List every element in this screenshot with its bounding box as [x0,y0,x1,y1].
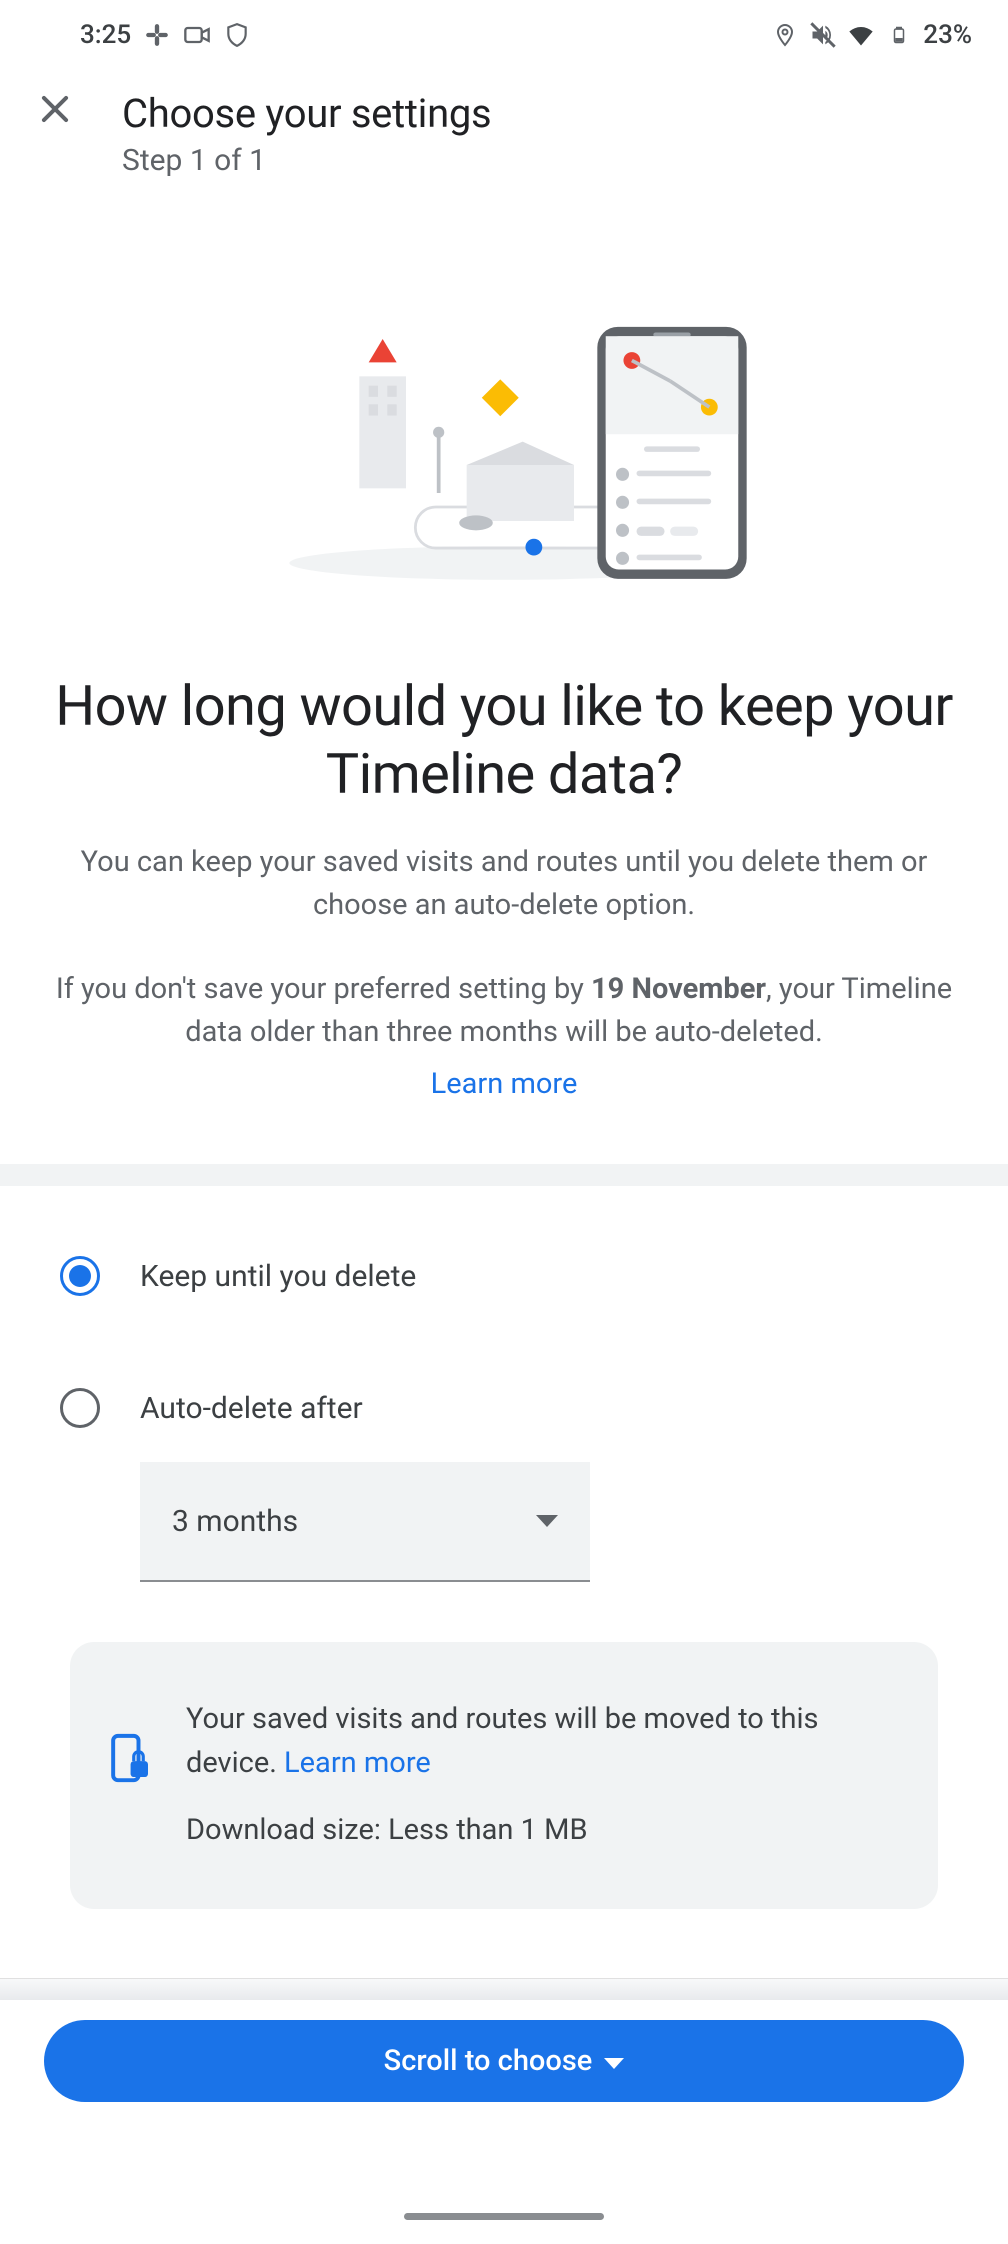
info-text: Your saved visits and routes will be mov… [186,1698,898,1853]
status-bar: 3:25 23% [0,0,1008,62]
illustration [0,262,1008,612]
slack-icon [143,21,171,49]
deadline-date: 19 November [591,972,766,1006]
section-divider [0,1164,1008,1186]
sound-muted-icon [809,21,837,49]
radio-selected-icon[interactable] [60,1256,100,1296]
option-auto-delete[interactable]: Auto-delete after [60,1366,948,1450]
learn-more-link[interactable]: Learn more [48,1063,960,1107]
phone-lock-icon [110,1732,152,1788]
radio-unselected-icon[interactable] [60,1388,100,1428]
info-learn-more-link[interactable]: Learn more [284,1746,431,1780]
close-icon[interactable] [36,90,74,135]
question-heading: How long would you like to keep your Tim… [48,672,960,809]
header: Choose your settings Step 1 of 1 [0,62,1008,202]
step-indicator: Step 1 of 1 [122,143,972,178]
option-keep-until-delete[interactable]: Keep until you delete [60,1234,948,1318]
scroll-to-choose-button[interactable]: Scroll to choose [44,2020,964,2102]
dropdown-value: 3 months [172,1504,298,1539]
bottom-divider [0,1978,1008,2000]
chevron-down-icon [604,2058,624,2069]
description-1: You can keep your saved visits and route… [48,841,960,928]
download-size: Download size: Less than 1 MB [186,1809,898,1853]
info-card: Your saved visits and routes will be mov… [70,1642,938,1909]
description-2: If you don't save your preferred setting… [48,968,960,1107]
nav-handle[interactable] [404,2213,604,2220]
status-time: 3:25 [80,20,131,50]
info-text-pre: Your saved visits and routes will be mov… [186,1702,819,1780]
status-right: 23% [771,20,972,50]
page-title: Choose your settings [122,90,972,137]
header-text: Choose your settings Step 1 of 1 [122,90,972,178]
options-list: Keep until you delete Auto-delete after … [0,1186,1008,1582]
battery-percentage: 23% [923,20,972,50]
battery-icon [885,21,913,49]
wifi-icon [847,21,875,49]
status-left: 3:25 [80,20,251,50]
camera-icon [183,21,211,49]
main-content: How long would you like to keep your Tim… [0,672,1008,1106]
privacy-shield-icon [223,21,251,49]
duration-dropdown[interactable]: 3 months [140,1462,590,1582]
location-icon [771,21,799,49]
option-label: Auto-delete after [140,1391,363,1426]
option-label: Keep until you delete [140,1259,416,1294]
chevron-down-icon [536,1515,558,1527]
cta-label: Scroll to choose [384,2044,593,2078]
desc2-pre: If you don't save your preferred setting… [56,972,591,1006]
